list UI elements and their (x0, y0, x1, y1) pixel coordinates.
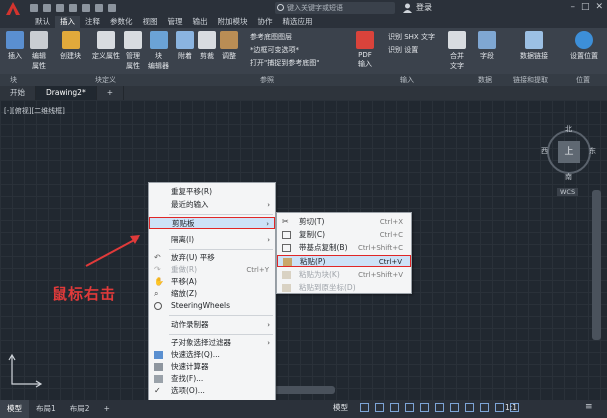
menu-label: 平移(A) (171, 277, 197, 286)
grid-icon[interactable] (360, 403, 369, 412)
submenu-arrow-icon: › (267, 339, 270, 347)
annotation-right-click: 鼠标右击 (52, 285, 117, 303)
context-menu: 重复平移(R) 最近的输入 › 剪贴板 › 隔离(I) › ↶ 放弃(U) 平移 ↷ 重做… (148, 182, 276, 402)
menu-shortcut: Ctrl+X (379, 218, 403, 226)
menu-steeringwheels[interactable]: SteeringWheels (149, 300, 275, 312)
polar-icon[interactable] (405, 403, 414, 412)
copy-icon (282, 231, 291, 239)
annotation-scale[interactable]: 1:1 (505, 403, 517, 412)
menu-label: 快速计算器 (171, 362, 209, 371)
copy-basepoint-icon (282, 244, 291, 252)
ortho-icon[interactable] (390, 403, 399, 412)
osnap-icon[interactable] (420, 403, 429, 412)
menu-label: 隔离(I) (171, 235, 195, 244)
menu-quickcalc[interactable]: 快速计算器 (149, 361, 275, 373)
menu-label: SteeringWheels (171, 301, 231, 310)
check-icon: ✓ (154, 386, 161, 395)
menu-isolate[interactable]: 隔离(I) › (149, 234, 275, 246)
menu-separator (169, 315, 273, 316)
menu-pan[interactable]: ✋ 平移(A) (149, 276, 275, 288)
transparency-icon[interactable] (465, 403, 474, 412)
menu-shortcut: Ctrl+Shift+C (358, 244, 403, 252)
submenu-paste-as-block[interactable]: 粘贴为块(K) Ctrl+Shift+V (277, 269, 411, 281)
paste-block-icon (282, 271, 291, 279)
menu-subobject-filter[interactable]: 子对象选择过滤器 › (149, 337, 275, 349)
menu-shortcut: Ctrl+C (379, 231, 403, 239)
calculator-icon (154, 363, 163, 371)
submenu-copy[interactable]: 复制(C) Ctrl+C (277, 229, 411, 241)
menu-label: 粘贴(P) (300, 257, 326, 266)
model-space-button[interactable]: 模型 (333, 402, 348, 413)
menu-label: 带基点复制(B) (299, 243, 348, 252)
submenu-arrow-icon: › (267, 321, 270, 329)
submenu-copy-basepoint[interactable]: 带基点复制(B) Ctrl+Shift+C (277, 242, 411, 254)
menu-redo[interactable]: ↷ 重做(R) Ctrl+Y (149, 264, 275, 276)
menu-options[interactable]: ✓ 选项(O)... (149, 385, 275, 397)
customize-menu-icon[interactable]: ≡ (585, 402, 593, 412)
submenu-arrow-icon: › (267, 236, 270, 244)
submenu-arrow-icon: › (267, 201, 270, 209)
menu-repeat-pan[interactable]: 重复平移(R) (149, 186, 275, 198)
menu-zoom[interactable]: ⌕ 缩放(Z) (149, 288, 275, 300)
menu-label: 快速选择(Q)... (171, 350, 220, 359)
menu-clipboard[interactable]: 剪贴板 › (149, 217, 275, 229)
submenu-paste[interactable]: 粘贴(P) Ctrl+V (277, 255, 411, 267)
submenu-arrow-icon: › (266, 220, 269, 228)
menu-label: 重复平移(R) (171, 187, 213, 196)
pan-hand-icon: ✋ (154, 277, 164, 286)
lineweight-icon[interactable] (450, 403, 459, 412)
submenu-cut[interactable]: ✂ 剪切(T) Ctrl+X (277, 216, 411, 228)
menu-label: 查找(F)... (171, 374, 204, 383)
zoom-icon: ⌕ (154, 289, 159, 298)
menu-recent-input[interactable]: 最近的输入 › (149, 199, 275, 211)
layout-tab-layout2[interactable]: 布局2 (63, 400, 97, 418)
menu-label: 放弃(U) 平移 (171, 253, 215, 262)
menu-separator (169, 214, 273, 215)
menu-label: 剪贴板 (172, 219, 195, 228)
menu-undo-pan[interactable]: ↶ 放弃(U) 平移 (149, 252, 275, 264)
clipboard-submenu: ✂ 剪切(T) Ctrl+X 复制(C) Ctrl+C 带基点复制(B) Ctrl+Sh… (276, 212, 412, 294)
menu-shortcut: Ctrl+V (378, 258, 402, 266)
menu-label: 复制(C) (299, 230, 326, 239)
menu-action-recorder[interactable]: 动作录制器 › (149, 319, 275, 331)
selection-cycling-icon[interactable] (480, 403, 489, 412)
menu-label: 粘贴为块(K) (299, 270, 340, 279)
steeringwheel-icon (154, 302, 162, 310)
menu-separator (169, 334, 273, 335)
redo-icon: ↷ (154, 265, 161, 274)
snap-icon[interactable] (375, 403, 384, 412)
menu-label: 子对象选择过滤器 (171, 338, 231, 347)
menu-label: 重做(R) (171, 265, 198, 274)
menu-label: 剪切(T) (299, 217, 325, 226)
paste-coords-icon (282, 284, 291, 292)
menu-label: 选项(O)... (171, 386, 205, 395)
menu-label: 缩放(Z) (171, 289, 197, 298)
status-toggles (360, 403, 519, 412)
menu-label: 动作录制器 (171, 320, 209, 329)
quick-select-icon (154, 351, 163, 359)
menu-separator (169, 249, 273, 250)
menu-quick-select[interactable]: 快速选择(Q)... (149, 349, 275, 361)
layout-tab-add[interactable]: + (97, 400, 117, 418)
menu-shortcut: Ctrl+Y (246, 266, 269, 274)
otrack-icon[interactable] (435, 403, 444, 412)
undo-icon: ↶ (154, 253, 161, 262)
layout-tab-model[interactable]: 模型 (0, 400, 29, 418)
submenu-paste-original-coords[interactable]: 粘贴到原坐标(D) (277, 282, 411, 294)
menu-shortcut: Ctrl+Shift+V (358, 271, 403, 279)
menu-label: 最近的输入 (171, 200, 209, 209)
find-icon (154, 375, 163, 383)
menu-find[interactable]: 查找(F)... (149, 373, 275, 385)
menu-label: 粘贴到原坐标(D) (299, 283, 356, 292)
layout-tab-layout1[interactable]: 布局1 (29, 400, 63, 418)
cut-icon: ✂ (282, 217, 289, 226)
paste-icon (283, 258, 292, 266)
annotation-scale-icon[interactable] (495, 403, 504, 412)
annotation-arrows (85, 233, 276, 267)
